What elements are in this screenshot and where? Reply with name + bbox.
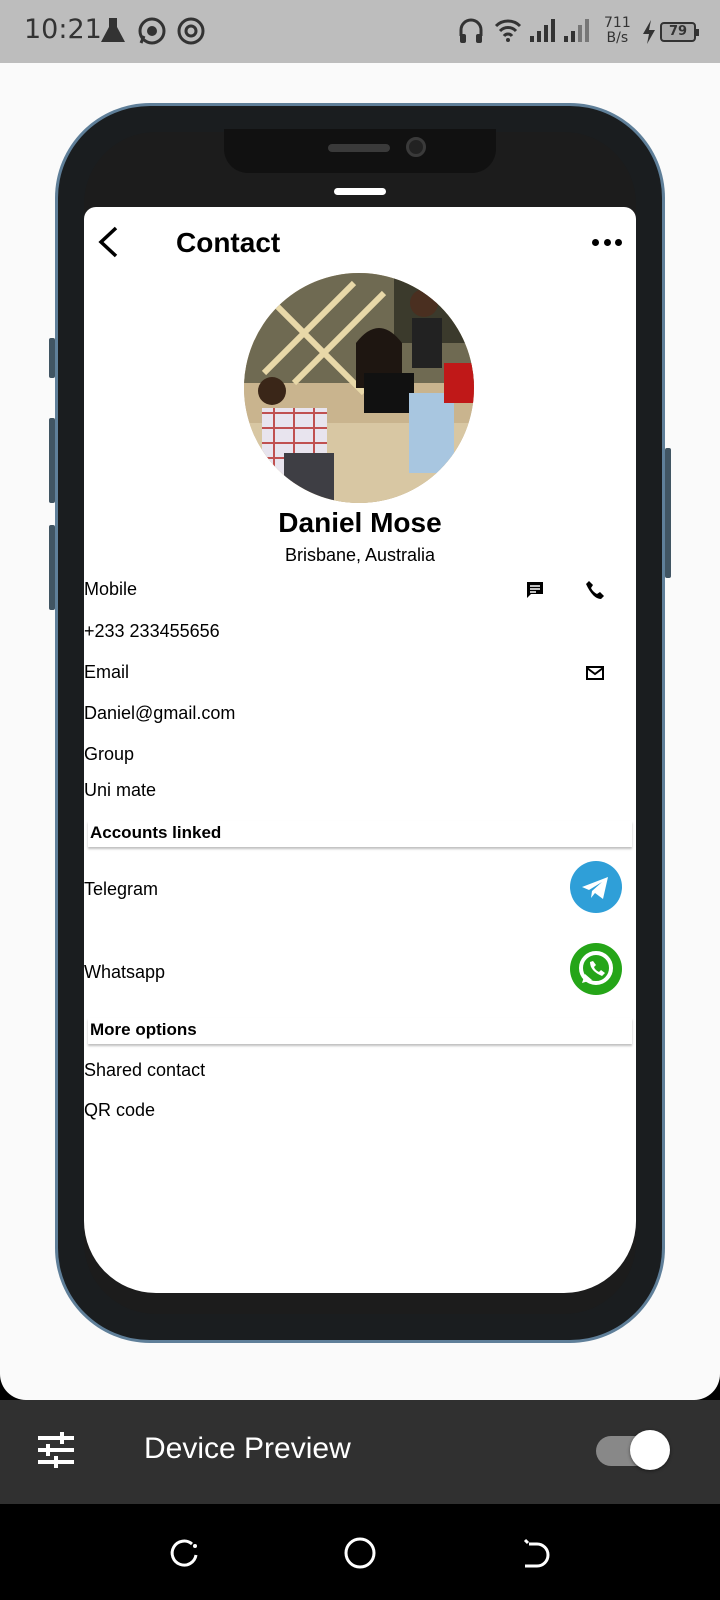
device-preview-stage: Contact Daniel Mose Brisbane, Australia … (0, 63, 720, 1400)
contact-photo (244, 273, 474, 503)
email-address[interactable]: Daniel@gmail.com (84, 703, 235, 724)
more-dots-icon (592, 238, 599, 246)
email-button[interactable] (584, 662, 606, 684)
recents-icon (170, 1539, 198, 1567)
phone-speaker (328, 144, 390, 152)
wifi-icon (494, 16, 522, 48)
phone-side-button (49, 338, 55, 378)
whatsapp-icon (579, 951, 613, 985)
linked-account-telegram[interactable]: Telegram (84, 879, 158, 900)
signal-icon-2 (562, 16, 590, 48)
contact-sheet: Contact Daniel Mose Brisbane, Australia … (84, 207, 636, 1293)
back-arrow-icon (523, 1538, 550, 1568)
charging-bolt-icon (641, 20, 657, 48)
status-time: 10:21 (24, 14, 102, 45)
mobile-number[interactable]: +233 233455656 (84, 621, 220, 642)
back-nav-button[interactable] (519, 1536, 553, 1570)
network-speed: 711 B/s (604, 16, 631, 46)
recent-apps-button[interactable] (167, 1536, 201, 1570)
settings-button[interactable] (36, 1430, 76, 1470)
more-options-button[interactable] (592, 227, 622, 257)
at-sign-status-icon (176, 16, 206, 50)
headphones-icon (458, 16, 484, 50)
group-label: Group (84, 744, 135, 764)
network-speed-unit: B/s (606, 30, 629, 46)
sheet-drag-handle[interactable] (334, 188, 386, 195)
lab-flask-icon (100, 16, 126, 50)
phone-power-button (665, 448, 671, 578)
mobile-label: Mobile (84, 579, 138, 599)
device-preview-title: Device Preview (144, 1432, 351, 1465)
system-navigation-bar (0, 1504, 720, 1600)
chevron-left-icon (98, 226, 118, 258)
toggle-knob[interactable] (630, 1430, 670, 1470)
qr-code-option[interactable]: QR code (84, 1100, 155, 1121)
phone-side-button (49, 418, 55, 503)
contact-location: Brisbane, Australia (284, 545, 436, 565)
whatsapp-button[interactable] (570, 943, 622, 995)
more-dots-icon (615, 238, 622, 246)
accounts-linked-header: Accounts linked (88, 821, 632, 847)
email-label: Email (84, 662, 130, 682)
group-value: Uni mate (84, 780, 157, 800)
signal-icon-1 (528, 16, 556, 48)
mail-icon (586, 666, 604, 680)
more-dots-icon (603, 238, 611, 246)
linked-account-whatsapp[interactable]: Whatsapp (84, 962, 165, 983)
device-preview-toolbar: Device Preview (0, 1400, 720, 1504)
home-circle-icon (344, 1537, 376, 1569)
more-options-header: More options (88, 1018, 632, 1044)
battery-indicator: 79 (660, 22, 699, 42)
message-icon (527, 582, 543, 598)
shared-contact-option[interactable]: Shared contact (84, 1060, 205, 1081)
phone-side-button (49, 525, 55, 610)
message-button[interactable] (524, 579, 546, 601)
telegram-button[interactable] (570, 861, 622, 913)
avatar[interactable] (244, 273, 474, 503)
home-button[interactable] (343, 1536, 377, 1570)
contact-name: Daniel Mose (278, 507, 442, 538)
back-button[interactable] (94, 225, 124, 259)
phone-camera (406, 137, 426, 157)
tune-sliders-icon (38, 1432, 74, 1468)
page-title: Contact (176, 227, 281, 258)
whatsapp-status-icon (137, 16, 167, 50)
call-button[interactable] (584, 579, 606, 601)
telegram-icon (582, 877, 608, 899)
phone-icon (586, 581, 604, 599)
network-speed-value: 711 (604, 15, 631, 31)
status-bar: 10:21 711 B/s 79 (0, 0, 720, 63)
